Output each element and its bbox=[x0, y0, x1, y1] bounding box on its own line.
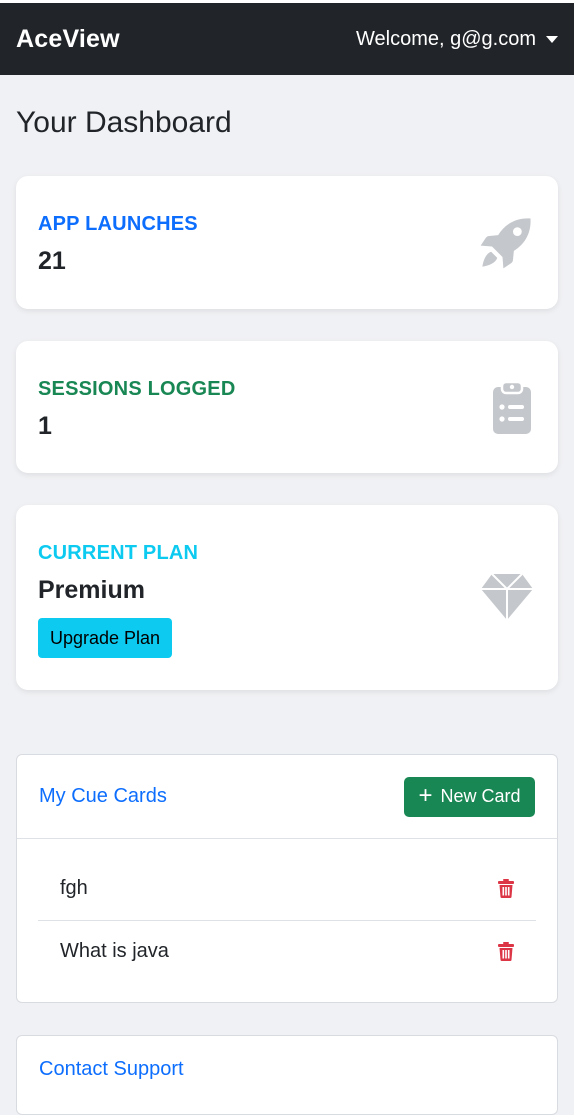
cue-cards-header: My Cue Cards + New Card bbox=[17, 755, 557, 839]
new-card-button[interactable]: + New Card bbox=[404, 776, 535, 817]
app-launches-label: APP LAUNCHES bbox=[38, 213, 198, 235]
current-plan-value: Premium bbox=[38, 576, 145, 604]
navbar: AceView Welcome, g@g.com bbox=[0, 3, 574, 75]
rocket-icon bbox=[478, 215, 534, 276]
sessions-logged-label: SESSIONS LOGGED bbox=[38, 378, 236, 400]
gem-icon bbox=[480, 572, 534, 627]
cue-cards-title: My Cue Cards bbox=[39, 785, 167, 807]
app-launches-value: 21 bbox=[38, 247, 66, 275]
user-menu-dropdown[interactable]: Welcome, g@g.com bbox=[356, 28, 558, 51]
contact-support-link[interactable]: Contact Support bbox=[39, 1058, 184, 1081]
brand-logo[interactable]: AceView bbox=[16, 25, 120, 54]
cue-card-text: fgh bbox=[60, 877, 88, 899]
trash-icon[interactable] bbox=[498, 879, 514, 898]
welcome-text: Welcome, g@g.com bbox=[356, 27, 536, 50]
cue-cards-panel: My Cue Cards + New Card fgh What is java bbox=[16, 754, 558, 1003]
trash-icon[interactable] bbox=[498, 942, 514, 961]
cue-card-text: What is java bbox=[60, 940, 169, 962]
current-plan-label: CURRENT PLAN bbox=[38, 542, 199, 564]
upgrade-plan-button[interactable]: Upgrade Plan bbox=[38, 618, 172, 658]
page-title: Your Dashboard bbox=[16, 106, 232, 139]
cue-card-item[interactable]: fgh bbox=[38, 839, 536, 920]
plus-icon: + bbox=[418, 781, 433, 809]
app-launches-card: APP LAUNCHES 21 bbox=[16, 176, 558, 309]
new-card-label: New Card bbox=[440, 786, 521, 806]
sessions-logged-value: 1 bbox=[38, 412, 52, 440]
cue-card-list: fgh What is java bbox=[17, 839, 557, 982]
contact-support-panel: Contact Support bbox=[16, 1035, 558, 1115]
cue-card-item[interactable]: What is java bbox=[38, 920, 536, 982]
current-plan-card: CURRENT PLAN Premium Upgrade Plan bbox=[16, 505, 558, 690]
sessions-logged-card: SESSIONS LOGGED 1 bbox=[16, 341, 558, 473]
caret-down-icon bbox=[546, 35, 558, 43]
clipboard-list-icon bbox=[490, 380, 534, 441]
